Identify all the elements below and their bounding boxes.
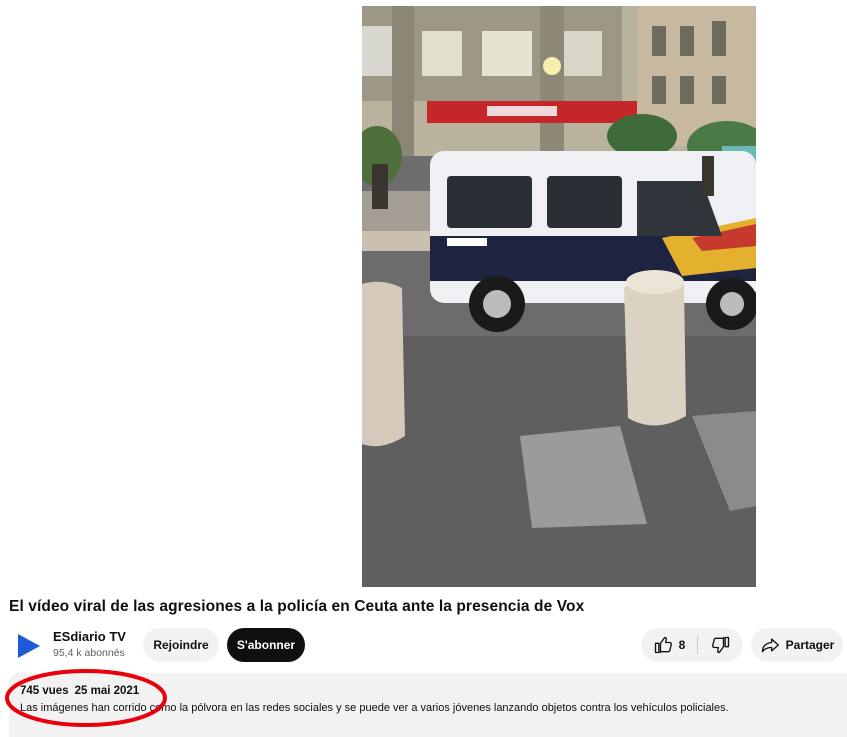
subscribe-button-label: S'abonner [236,638,296,652]
description-box[interactable]: 745 vues 25 mai 2021 Las imágenes han cor… [9,673,847,737]
video-title: El vídeo viral de las agresiones a la po… [9,598,585,615]
share-button-label: Partager [785,638,835,652]
play-triangle-logo[interactable] [15,632,43,660]
subscriber-count: 95,4 k abonnés [53,647,125,659]
share-arrow-icon [761,638,779,653]
thumbs-down-icon [711,636,729,654]
description-meta: 745 vues 25 mai 2021 [20,685,139,697]
video-frame [362,6,756,587]
dislike-button[interactable] [698,628,743,662]
like-count: 8 [678,638,686,652]
like-button[interactable]: 8 [641,628,697,662]
subscribe-button[interactable]: S'abonner [227,628,305,662]
channel-name[interactable]: ESdiario TV [53,629,126,644]
channel-row: ESdiario TV 95,4 k abonnés Rejoindre S'a… [13,626,843,664]
video-player[interactable] [362,6,756,587]
watch-page: El vídeo viral de las agresiones a la po… [0,0,847,737]
upload-date: 25 mai 2021 [74,685,140,697]
thumbs-up-icon [654,636,672,654]
like-dislike-group: 8 [641,628,743,662]
view-count: 745 vues [20,685,69,697]
join-button[interactable]: Rejoindre [143,628,219,662]
description-text: Las imágenes han corrido como la pólvora… [20,702,729,714]
share-button[interactable]: Partager [751,628,843,662]
join-button-label: Rejoindre [153,638,209,652]
